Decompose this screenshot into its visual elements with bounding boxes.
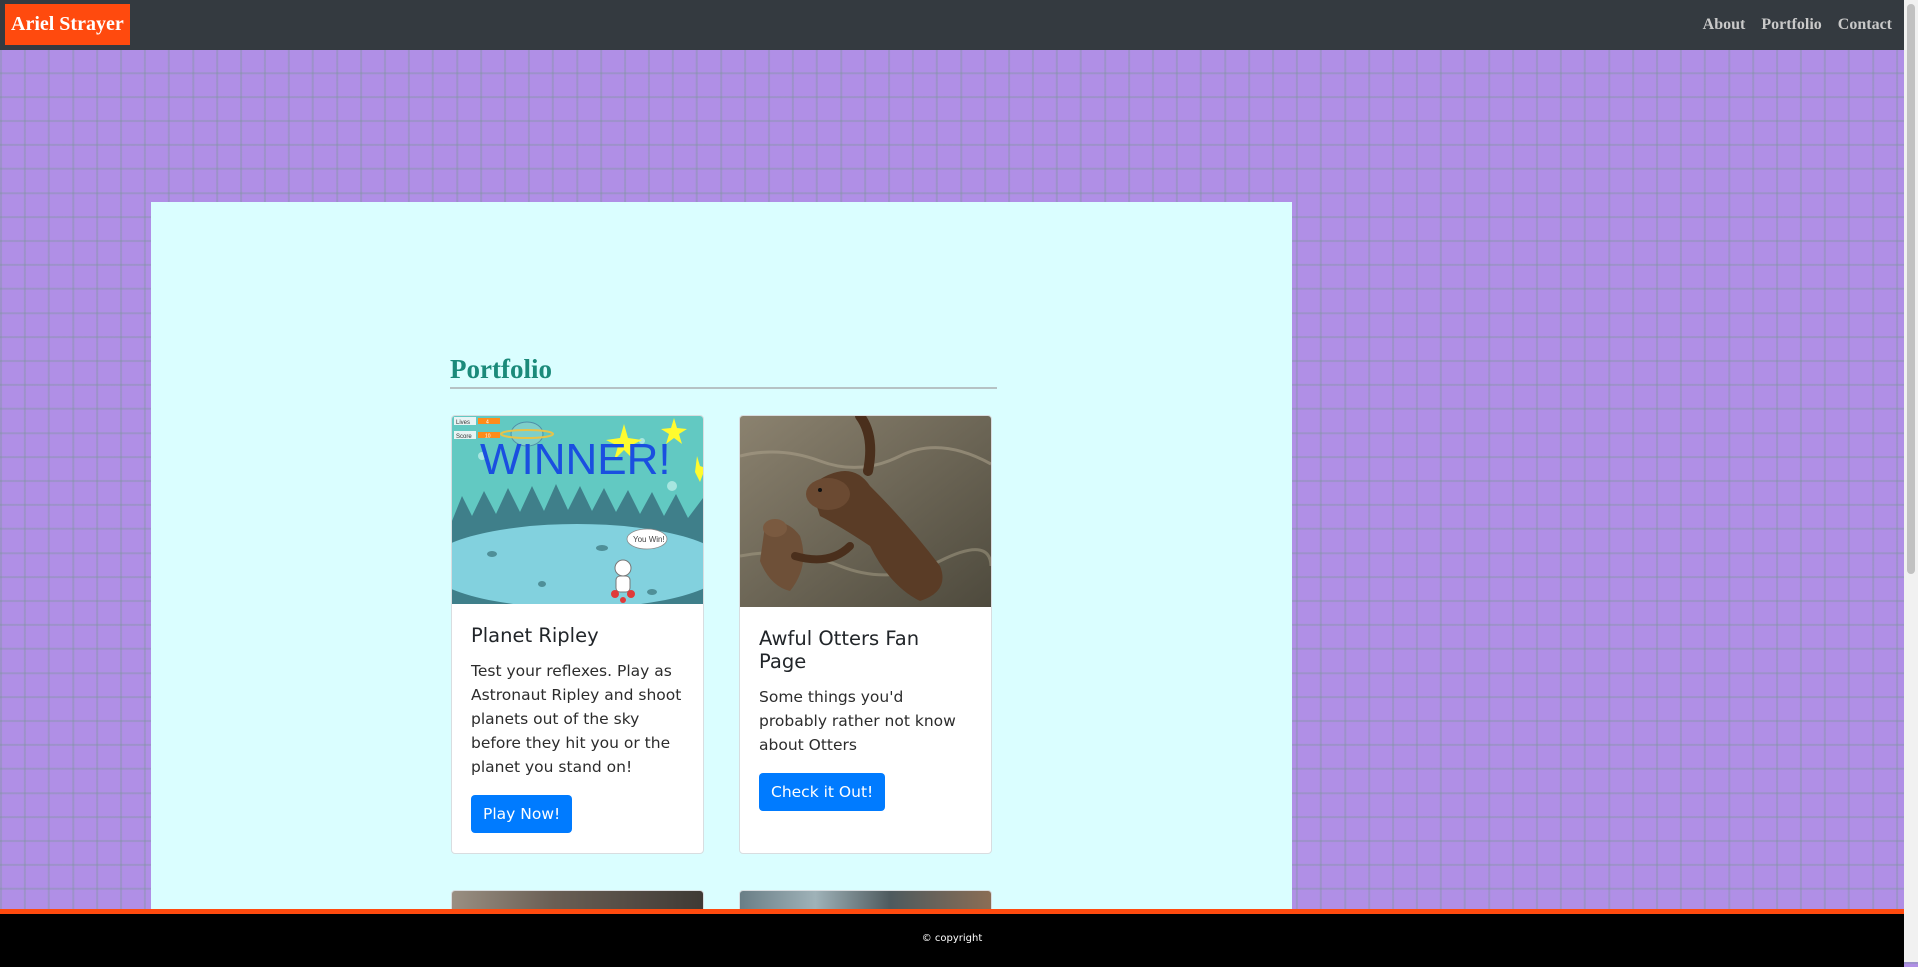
play-now-button[interactable]: Play Now! xyxy=(471,795,573,833)
portfolio-heading: Portfolio xyxy=(450,354,997,389)
card-text-awful-otters: Some things you'd probably rather not kn… xyxy=(759,688,956,754)
winner-banner-text: WINNER! xyxy=(480,435,671,484)
brand-logo[interactable]: Ariel Strayer xyxy=(5,4,130,45)
card-title-awful-otters: Awful Otters Fan Page xyxy=(759,627,920,673)
navbar: Ariel Strayer About Portfolio Contact xyxy=(0,0,1904,50)
portfolio-card-awful-otters: Awful Otters Fan Page Some things you'd … xyxy=(739,415,992,854)
portfolio-card-planet-ripley: WINNER! Lives 4 Score 10 You Win! Planet… xyxy=(451,415,704,854)
scrollbar-thumb[interactable] xyxy=(1907,4,1915,574)
score-value: 10 xyxy=(485,434,491,440)
lives-value: 4 xyxy=(486,420,489,426)
vertical-scrollbar[interactable] xyxy=(1904,0,1918,962)
nav-link-contact[interactable]: Contact xyxy=(1838,16,1892,34)
score-label: Score xyxy=(456,434,472,440)
check-it-out-button[interactable]: Check it Out! xyxy=(759,773,886,811)
copyright-text: © copyright xyxy=(921,933,983,944)
nav-link-portfolio[interactable]: Portfolio xyxy=(1761,16,1821,34)
speech-bubble-text: You Win! xyxy=(633,535,665,544)
card-title-planet-ripley: Planet Ripley xyxy=(471,624,599,647)
nav-link-about[interactable]: About xyxy=(1703,16,1746,34)
otters-thumbnail xyxy=(740,416,991,607)
nav-links: About Portfolio Contact xyxy=(1703,0,1892,50)
planet-ripley-thumbnail: WINNER! Lives 4 Score 10 You Win! xyxy=(452,416,703,604)
lives-label: Lives xyxy=(456,420,470,426)
card-text-planet-ripley: Test your reflexes. Play as Astronaut Ri… xyxy=(471,662,682,776)
footer: © copyright xyxy=(0,909,1904,967)
main-panel: Portfolio WINNER! Lives 4 Score 10 You W… xyxy=(151,202,1292,932)
